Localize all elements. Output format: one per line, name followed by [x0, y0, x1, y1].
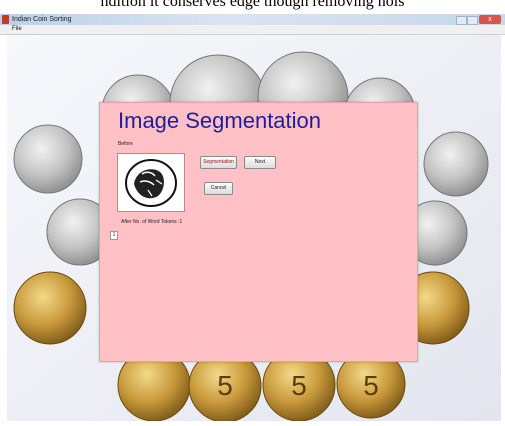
app-icon	[2, 15, 9, 24]
segmentation-dialog: Image Segmentation Before Segmentation N…	[99, 102, 418, 362]
menu-bar: File	[0, 25, 505, 35]
next-button[interactable]: Next	[244, 156, 276, 169]
coin-steel-5	[13, 124, 83, 194]
minimize-button[interactable]	[456, 16, 467, 25]
token-value-field[interactable]: 1	[110, 231, 118, 240]
coin-denomination: 5	[363, 370, 379, 401]
close-icon: x	[488, 16, 492, 23]
coin-steel-7	[423, 131, 489, 197]
menu-file[interactable]: File	[12, 25, 22, 34]
document-caption: ndition it conserves edge though removin…	[0, 0, 505, 14]
preview-image	[117, 153, 185, 212]
cancel-button[interactable]: Cancel	[204, 182, 233, 195]
coin-gold-1	[13, 271, 87, 345]
segmented-coin-icon	[125, 159, 177, 207]
coin-denomination: 5	[291, 370, 307, 401]
after-token-count-label: After No. of Word Tokens :1	[121, 219, 183, 225]
window-title: Indian Coin Sorting	[12, 16, 72, 23]
before-label: Before	[118, 141, 133, 147]
close-button[interactable]: x	[479, 15, 501, 24]
caption-text: ndition it conserves edge though removin…	[100, 0, 405, 10]
maximize-button[interactable]	[467, 16, 478, 25]
window-titlebar[interactable]: Indian Coin Sorting x	[0, 14, 505, 25]
coin-denomination: 5	[217, 370, 233, 401]
dialog-title: Image Segmentation	[118, 108, 322, 133]
segmentation-button[interactable]: Segmentation	[200, 156, 237, 169]
